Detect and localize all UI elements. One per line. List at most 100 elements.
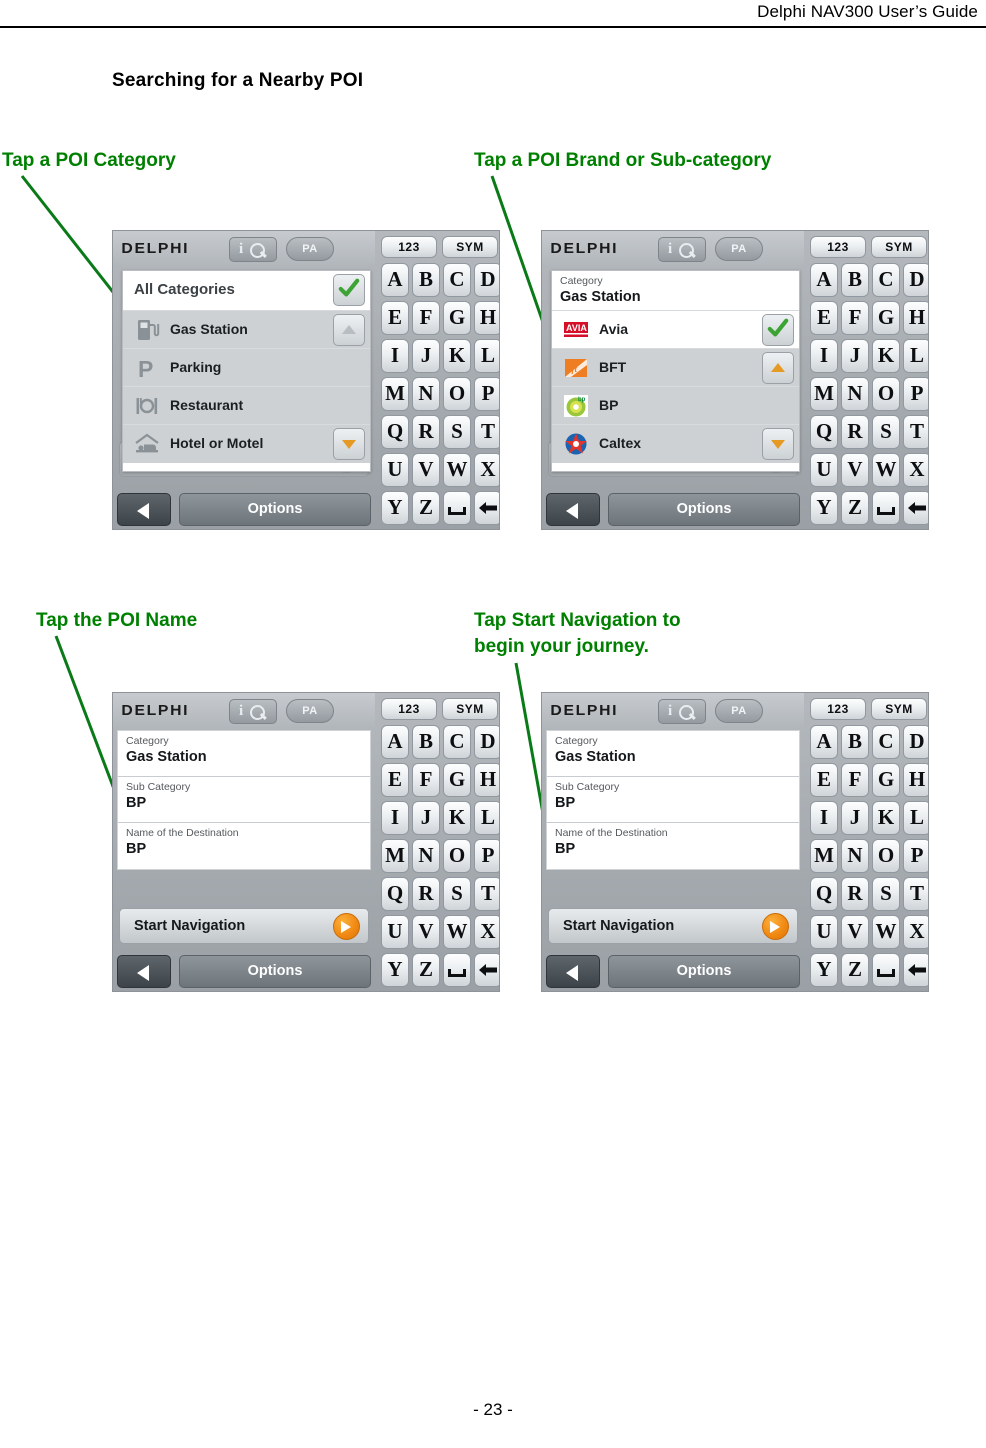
key-b[interactable]: B bbox=[841, 263, 869, 297]
key-c[interactable]: C bbox=[443, 263, 471, 297]
key-space[interactable] bbox=[872, 491, 900, 525]
key-j[interactable]: J bbox=[412, 339, 440, 373]
scroll-up-button[interactable] bbox=[333, 314, 365, 346]
key-p[interactable]: P bbox=[474, 377, 499, 411]
key-n[interactable]: N bbox=[412, 377, 440, 411]
key-space[interactable] bbox=[443, 953, 471, 987]
field-sub-category[interactable]: Sub Category BP bbox=[118, 777, 370, 823]
confirm-check-button[interactable] bbox=[762, 314, 794, 346]
key-x[interactable]: X bbox=[474, 915, 499, 949]
pa-button[interactable]: PA bbox=[715, 237, 763, 261]
key-l[interactable]: L bbox=[903, 339, 928, 373]
key-e[interactable]: E bbox=[810, 301, 838, 335]
pa-button[interactable]: PA bbox=[286, 237, 334, 261]
field-category[interactable]: Category Gas Station bbox=[547, 731, 799, 777]
key-r[interactable]: R bbox=[841, 415, 869, 449]
list-item-restaurant[interactable]: Restaurant bbox=[123, 387, 370, 425]
key-sym[interactable]: SYM bbox=[442, 698, 498, 720]
key-y[interactable]: Y bbox=[381, 953, 409, 987]
back-arrow-icon[interactable] bbox=[117, 493, 171, 526]
key-o[interactable]: O bbox=[443, 839, 471, 873]
field-destination-name[interactable]: Name of the Destination BP bbox=[118, 823, 370, 869]
key-f[interactable]: F bbox=[412, 301, 440, 335]
key-k[interactable]: K bbox=[443, 801, 471, 835]
pa-button[interactable]: PA bbox=[715, 699, 763, 723]
options-button[interactable]: Options bbox=[608, 493, 800, 526]
key-s[interactable]: S bbox=[872, 415, 900, 449]
start-navigation-button[interactable]: Start Navigation bbox=[548, 908, 798, 944]
key-sym[interactable]: SYM bbox=[871, 698, 927, 720]
key-g[interactable]: G bbox=[443, 301, 471, 335]
key-sym[interactable]: SYM bbox=[442, 236, 498, 258]
key-u[interactable]: U bbox=[810, 453, 838, 487]
back-arrow-icon[interactable] bbox=[546, 493, 600, 526]
key-x[interactable]: X bbox=[474, 453, 499, 487]
key-t[interactable]: T bbox=[474, 415, 499, 449]
key-r[interactable]: R bbox=[412, 415, 440, 449]
key-t[interactable]: T bbox=[903, 415, 928, 449]
key-p[interactable]: P bbox=[474, 839, 499, 873]
key-m[interactable]: M bbox=[381, 839, 409, 873]
key-g[interactable]: G bbox=[443, 763, 471, 797]
key-c[interactable]: C bbox=[872, 725, 900, 759]
info-search-icon[interactable]: i bbox=[229, 699, 277, 724]
key-v[interactable]: V bbox=[412, 915, 440, 949]
key-123[interactable]: 123 bbox=[810, 698, 866, 720]
key-a[interactable]: A bbox=[810, 263, 838, 297]
options-button[interactable]: Options bbox=[608, 955, 800, 988]
key-q[interactable]: Q bbox=[381, 415, 409, 449]
key-p[interactable]: P bbox=[903, 377, 928, 411]
key-j[interactable]: J bbox=[412, 801, 440, 835]
key-sym[interactable]: SYM bbox=[871, 236, 927, 258]
key-v[interactable]: V bbox=[841, 915, 869, 949]
key-b[interactable]: B bbox=[412, 725, 440, 759]
key-l[interactable]: L bbox=[474, 801, 499, 835]
key-f[interactable]: F bbox=[841, 301, 869, 335]
key-a[interactable]: A bbox=[381, 263, 409, 297]
field-destination-name[interactable]: Name of the Destination BP bbox=[547, 823, 799, 869]
key-o[interactable]: O bbox=[872, 839, 900, 873]
key-backspace[interactable] bbox=[474, 491, 499, 525]
key-i[interactable]: I bbox=[381, 801, 409, 835]
key-l[interactable]: L bbox=[474, 339, 499, 373]
key-z[interactable]: Z bbox=[412, 491, 440, 525]
key-space[interactable] bbox=[872, 953, 900, 987]
list-item-gas-station[interactable]: Gas Station bbox=[123, 311, 370, 349]
key-j[interactable]: J bbox=[841, 801, 869, 835]
list-item-caltex[interactable]: Caltex bbox=[552, 425, 799, 463]
key-123[interactable]: 123 bbox=[381, 698, 437, 720]
key-n[interactable]: N bbox=[841, 839, 869, 873]
key-backspace[interactable] bbox=[903, 953, 928, 987]
key-f[interactable]: F bbox=[412, 763, 440, 797]
key-y[interactable]: Y bbox=[810, 491, 838, 525]
key-w[interactable]: W bbox=[872, 915, 900, 949]
key-q[interactable]: Q bbox=[810, 415, 838, 449]
key-u[interactable]: U bbox=[381, 915, 409, 949]
key-h[interactable]: H bbox=[903, 763, 928, 797]
list-item-bft[interactable]: bft BFT bbox=[552, 349, 799, 387]
options-button[interactable]: Options bbox=[179, 493, 371, 526]
scroll-down-button[interactable] bbox=[762, 428, 794, 460]
pa-button[interactable]: PA bbox=[286, 699, 334, 723]
key-f[interactable]: F bbox=[841, 763, 869, 797]
key-e[interactable]: E bbox=[381, 301, 409, 335]
key-r[interactable]: R bbox=[412, 877, 440, 911]
info-search-icon[interactable]: i bbox=[658, 699, 706, 724]
key-backspace[interactable] bbox=[474, 953, 499, 987]
key-space[interactable] bbox=[443, 491, 471, 525]
key-k[interactable]: K bbox=[443, 339, 471, 373]
key-w[interactable]: W bbox=[443, 453, 471, 487]
key-d[interactable]: D bbox=[903, 725, 928, 759]
key-s[interactable]: S bbox=[443, 415, 471, 449]
key-q[interactable]: Q bbox=[810, 877, 838, 911]
options-button[interactable]: Options bbox=[179, 955, 371, 988]
start-navigation-button[interactable]: Start Navigation bbox=[119, 908, 369, 944]
key-g[interactable]: G bbox=[872, 301, 900, 335]
key-i[interactable]: I bbox=[381, 339, 409, 373]
key-x[interactable]: X bbox=[903, 453, 928, 487]
key-m[interactable]: M bbox=[810, 377, 838, 411]
key-j[interactable]: J bbox=[841, 339, 869, 373]
key-a[interactable]: A bbox=[810, 725, 838, 759]
key-c[interactable]: C bbox=[443, 725, 471, 759]
scroll-down-button[interactable] bbox=[333, 428, 365, 460]
